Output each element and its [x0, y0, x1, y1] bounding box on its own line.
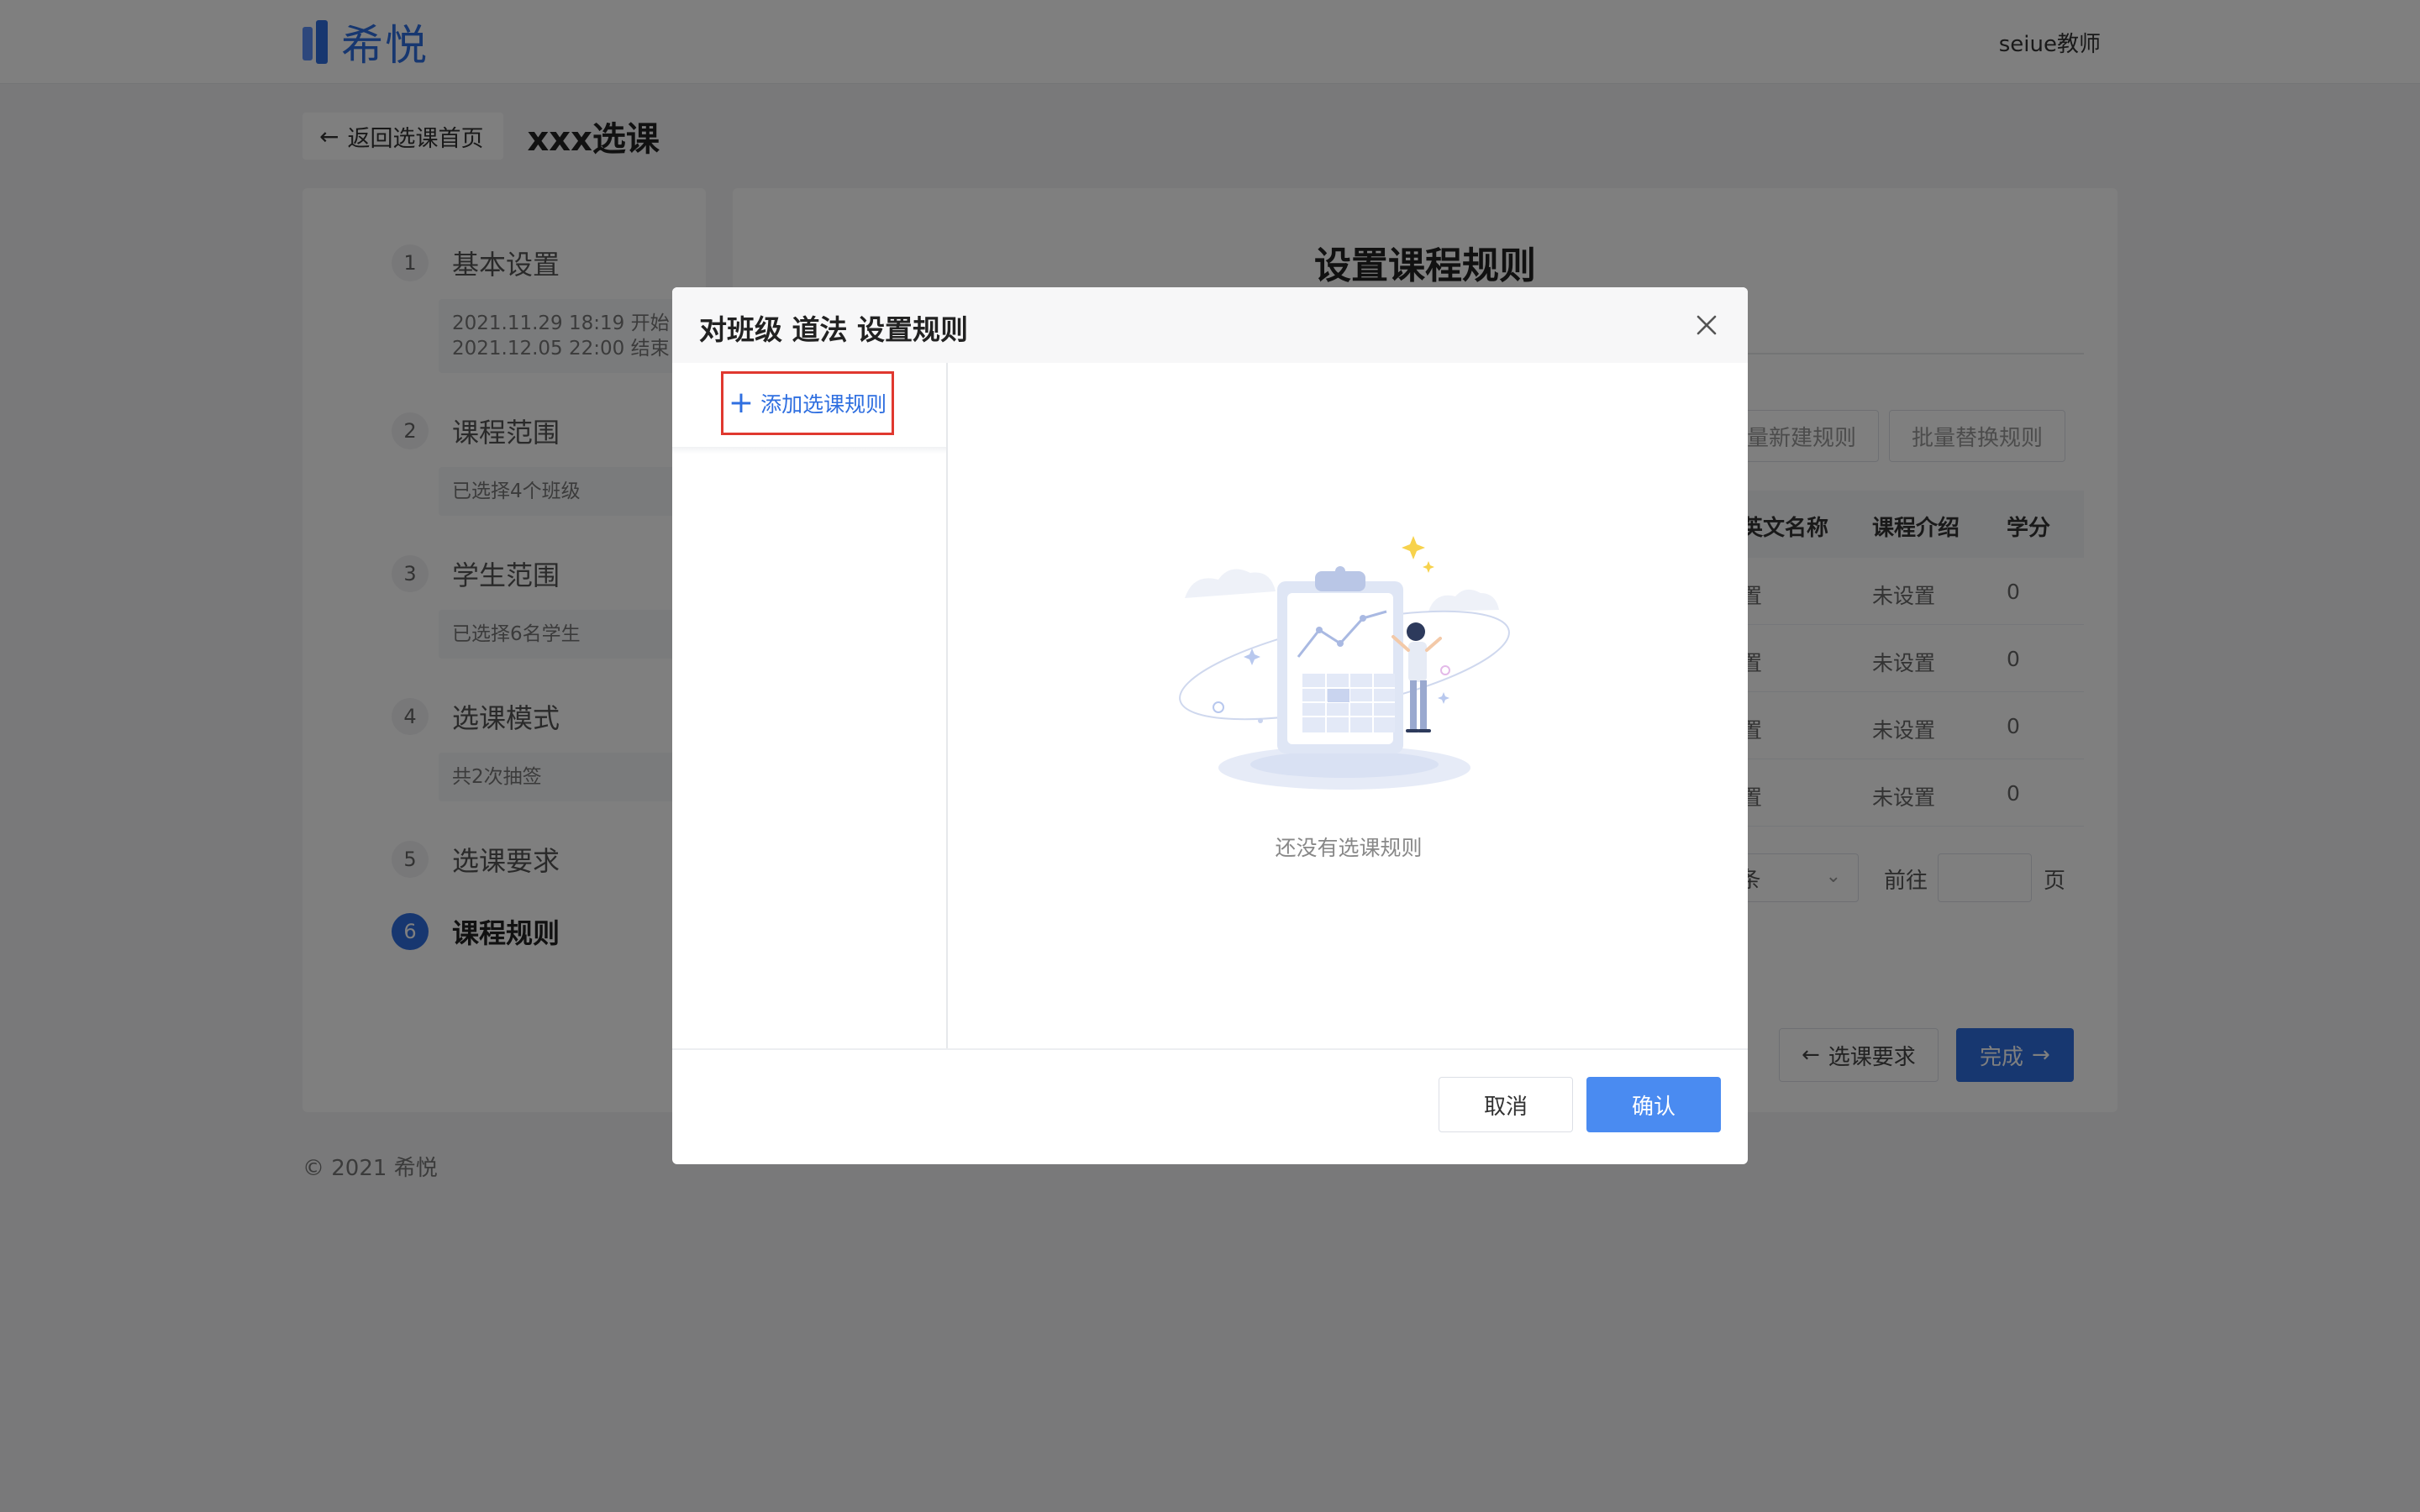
plus-icon: + — [728, 386, 755, 420]
empty-state-illustration — [1179, 536, 1510, 790]
set-rule-dialog: 对班级 道法 设置规则 + 添加选课规则 还没有选课规则 取消 确认 — [672, 287, 1748, 1164]
dialog-header: 对班级 道法 设置规则 — [672, 287, 1748, 363]
empty-state-text: 还没有选课规则 — [1275, 836, 1423, 860]
divider — [672, 447, 946, 454]
add-rule-button[interactable]: + 添加选课规则 — [721, 371, 894, 435]
close-icon[interactable] — [1687, 306, 1726, 344]
dialog-footer: 取消 确认 — [672, 1048, 1748, 1164]
confirm-button[interactable]: 确认 — [1586, 1077, 1721, 1132]
dialog-title: 对班级 道法 设置规则 — [699, 313, 968, 346]
rule-detail-panel: 还没有选课规则 — [950, 363, 1748, 1048]
rule-list-panel: + 添加选课规则 — [672, 363, 948, 1048]
cancel-button[interactable]: 取消 — [1439, 1077, 1573, 1132]
add-rule-label: 添加选课规则 — [760, 392, 887, 417]
